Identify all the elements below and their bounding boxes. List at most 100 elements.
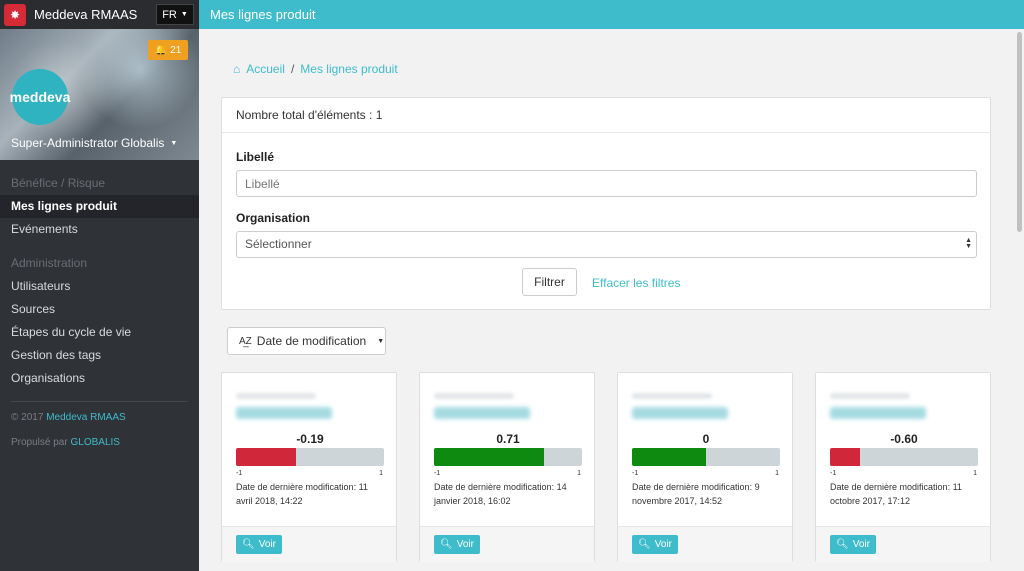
card-score-bar: [236, 448, 384, 466]
card-organisation-blurred: [830, 393, 910, 399]
breadcrumb-current[interactable]: Mes lignes produit: [300, 62, 397, 76]
org-select-value: Sélectionner: [245, 237, 312, 251]
sort-label: Date de modification: [256, 334, 367, 348]
sidebar-item-utilisateurs[interactable]: Utilisateurs: [0, 275, 199, 298]
sort-dropdown[interactable]: A͢Z Date de modification ▼: [227, 327, 386, 355]
breadcrumb-home[interactable]: Accueil: [246, 62, 285, 76]
notifications-count: 21: [170, 44, 182, 56]
view-button-label: Voir: [852, 539, 870, 550]
brand: ✸ Meddeva RMAAS FR ▼: [0, 0, 199, 29]
view-button[interactable]: 🔍︎ Voir: [236, 535, 282, 554]
copyright-link[interactable]: Meddeva RMAAS: [46, 412, 125, 423]
total-count: Nombre total d'éléments : 1: [222, 98, 990, 133]
card-footer: 🔍︎ Voir: [222, 526, 396, 562]
card-modified-date: Date de dernière modification: 14 janvie…: [434, 482, 567, 506]
sidebar-item-gestion-des-tags[interactable]: Gestion des tags: [0, 344, 199, 367]
breadcrumb-separator: /: [290, 62, 295, 76]
card-score-bar-fill: [236, 448, 296, 466]
product-card[interactable]: -0.60 -1 1 Date de dernière modification…: [815, 372, 991, 562]
chevron-down-icon: ▼: [180, 11, 188, 18]
nav-section-benefice-risque: Bénéfice / Risque: [11, 176, 106, 190]
user-menu[interactable]: Super-Administrator Globalis ▼: [11, 136, 177, 150]
card-range-min: -1: [830, 470, 837, 477]
username: Super-Administrator Globalis: [11, 136, 165, 150]
app-name[interactable]: Meddeva RMAAS: [34, 7, 137, 22]
card-range-min: -1: [434, 470, 441, 477]
card-score-bar-fill: [434, 448, 545, 466]
card-score: 0: [702, 432, 710, 446]
app-logo-icon[interactable]: ✸: [4, 3, 26, 26]
card-modified-date: Date de dernière modification: 9 novembr…: [632, 482, 760, 506]
card-organisation-blurred: [632, 393, 712, 399]
view-button-label: Voir: [258, 539, 276, 550]
sidebar-item-organisations[interactable]: Organisations: [0, 367, 199, 390]
card-range-min: -1: [236, 470, 243, 477]
sidebar-item-evenements[interactable]: Evénements: [0, 218, 199, 241]
card-range-max: 1: [379, 470, 383, 477]
card-organisation-blurred: [236, 393, 316, 399]
product-card[interactable]: -0.19 -1 1 Date de dernière modification…: [221, 372, 397, 562]
card-score-bar: [434, 448, 582, 466]
clear-filters-link[interactable]: Effacer les filtres: [592, 276, 680, 290]
search-icon: 🔍︎: [638, 539, 651, 550]
select-arrows-icon: ▲ ▼: [965, 237, 972, 250]
view-button[interactable]: 🔍︎ Voir: [632, 535, 678, 554]
card-range-max: 1: [775, 470, 779, 477]
card-score: 0.71: [496, 432, 520, 446]
product-card[interactable]: 0.71 -1 1 Date de dernière modification:…: [419, 372, 595, 562]
view-button-label: Voir: [654, 539, 672, 550]
label-field-label: Libellé: [236, 150, 275, 164]
scrollbar[interactable]: [1016, 29, 1024, 571]
card-score: -0.19: [296, 432, 324, 446]
card-product-name-blurred[interactable]: [434, 407, 530, 419]
sidebar-item-mes-lignes-produit[interactable]: Mes lignes produit: [0, 195, 199, 218]
language-selector[interactable]: FR ▼: [156, 4, 194, 25]
card-organisation-blurred: [434, 393, 514, 399]
notifications-badge[interactable]: 🔔 21: [148, 40, 188, 60]
card-score: -0.60: [890, 432, 918, 446]
breadcrumb: ⌂ Accueil / Mes lignes produit: [233, 62, 398, 76]
org-field-label: Organisation: [236, 211, 311, 225]
card-product-name-blurred[interactable]: [830, 407, 926, 419]
card-modified-date: Date de dernière modification: 11 octobr…: [830, 482, 962, 506]
card-product-name-blurred[interactable]: [236, 407, 332, 419]
top-bar: ✸ Meddeva RMAAS FR ▼ Mes lignes produit: [0, 0, 1024, 29]
search-icon: 🔍︎: [242, 539, 255, 550]
label-input[interactable]: [236, 170, 977, 197]
sort-alpha-icon: A͢Z: [239, 335, 252, 347]
sidebar-item-etapes-cycle-de-vie[interactable]: Étapes du cycle de vie: [0, 321, 199, 344]
view-button[interactable]: 🔍︎ Voir: [830, 535, 876, 554]
copyright-prefix: © 2017: [11, 412, 44, 423]
card-score-bar-fill: [830, 448, 860, 466]
card-score-bar-fill: [632, 448, 706, 466]
card-range-max: 1: [973, 470, 977, 477]
bell-icon: 🔔: [154, 44, 168, 56]
filter-panel: Nombre total d'éléments : 1 Libellé Orga…: [221, 97, 991, 310]
scrollbar-thumb[interactable]: [1017, 32, 1022, 232]
chevron-down-icon: ▼: [377, 337, 385, 345]
powered-link[interactable]: GLOBALIS: [70, 437, 119, 448]
avatar-text: meddeva: [9, 89, 71, 105]
copyright: © 2017 Meddeva RMAAS: [0, 412, 199, 423]
card-footer: 🔍︎ Voir: [420, 526, 594, 562]
nav-section-administration: Administration: [11, 256, 88, 270]
card-score-bar: [830, 448, 978, 466]
home-icon[interactable]: ⌂: [233, 62, 240, 76]
card-score-bar: [632, 448, 780, 466]
card-range-max: 1: [577, 470, 581, 477]
avatar[interactable]: meddeva: [9, 69, 71, 125]
page-title: Mes lignes produit: [210, 7, 316, 22]
sidebar: meddeva 🔔 21 Super-Administrator Globali…: [0, 29, 199, 571]
search-icon: 🔍︎: [440, 539, 453, 550]
view-button[interactable]: 🔍︎ Voir: [434, 535, 480, 554]
card-footer: 🔍︎ Voir: [816, 526, 990, 562]
sidebar-item-sources[interactable]: Sources: [0, 298, 199, 321]
card-range-min: -1: [632, 470, 639, 477]
profile-header: meddeva 🔔 21 Super-Administrator Globali…: [0, 29, 199, 160]
product-card[interactable]: 0 -1 1 Date de dernière modification: 9 …: [617, 372, 793, 562]
card-footer: 🔍︎ Voir: [618, 526, 792, 562]
card-product-name-blurred[interactable]: [632, 407, 728, 419]
search-icon: 🔍︎: [836, 539, 849, 550]
filter-button[interactable]: Filtrer: [522, 268, 577, 296]
org-select[interactable]: Sélectionner ▲ ▼: [236, 231, 977, 258]
